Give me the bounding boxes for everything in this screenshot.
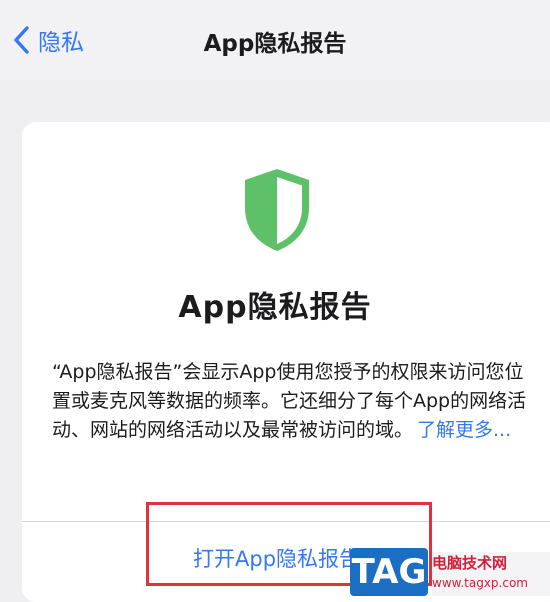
navigation-bar: 隐私 App隐私报告 (0, 0, 550, 80)
learn-more-link[interactable]: 了解更多... (417, 419, 511, 441)
report-description: “App隐私报告”会显示App使用您授予的权限来访问您位置或麦克风等数据的频率。… (52, 358, 532, 445)
shield-icon (245, 169, 309, 251)
watermark-logo: TAG (350, 548, 428, 596)
watermark-site-name: 电脑技术网 (432, 554, 508, 572)
watermark-site: 电脑技术网 www.tagxp.com (432, 552, 550, 596)
watermark-site-url: www.tagxp.com (432, 576, 528, 590)
page-title: App隐私报告 (203, 31, 347, 57)
card-title: App隐私报告 (178, 290, 372, 325)
